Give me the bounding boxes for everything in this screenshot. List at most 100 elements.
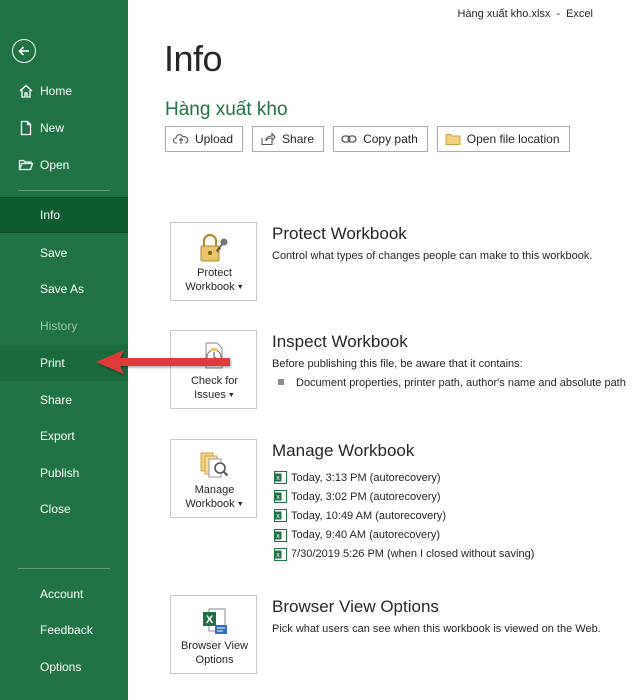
window-title: Hàng xuất kho.xlsx - Excel [457,8,593,20]
svg-text:x: x [276,475,280,482]
upload-button[interactable]: Upload [165,126,244,152]
browser-view-options-label: Browser View Options [171,639,258,667]
lock-key-icon [200,233,228,262]
sidebar-item-label: Print [40,356,65,370]
sidebar-item-label: Open [40,158,70,172]
sidebar-item-label: Account [40,587,84,601]
sidebar-item-new[interactable]: New [0,110,128,146]
sidebar-item-label: Save [40,246,68,260]
excel-file-icon: x [274,490,287,504]
excel-file-icon: x [274,471,287,485]
browser-view-description: Pick what users can see when this workbo… [272,623,601,635]
browser-label-line2: Options [195,654,234,666]
manage-workbook-title: Manage Workbook [272,441,415,460]
svg-text:x: x [276,513,280,520]
sidebar-item-label: Home [40,84,73,98]
sidebar-item-account[interactable]: Account [0,576,128,612]
sidebar-item-export[interactable]: Export [0,418,128,454]
folder-icon [445,134,461,145]
sidebar-item-feedback[interactable]: Feedback [0,612,128,648]
share-icon [261,132,276,146]
sidebar-divider [18,568,110,569]
bullet-square-icon [278,379,284,385]
protect-workbook-section: Protect Workbook ▼ Protect Workbook Contr… [170,222,630,302]
svg-text:x: x [276,494,280,501]
browser-view-title: Browser View Options [272,597,439,616]
dropdown-caret-icon: ▼ [236,501,244,508]
protect-workbook-button[interactable]: Protect Workbook ▼ [170,222,257,301]
dropdown-caret-icon: ▼ [236,284,244,291]
protect-label-line1: Protect [197,267,232,279]
check-for-issues-label: Check for Issues ▼ [171,374,258,403]
version-label: Today, 10:49 AM (autorecovery) [291,509,447,522]
sidebar-item-label: New [40,121,65,135]
sidebar-item-close[interactable]: Close [0,491,128,527]
title-separator: - [556,8,561,20]
copy-path-label: Copy path [363,132,418,146]
copy-path-button[interactable]: Copy path [333,126,428,152]
browser-view-section: X Browser View Options Browser View Opti… [170,595,630,675]
inspect-bullet-item: Document properties, printer path, autho… [278,377,626,389]
manage-label-line1: Manage [194,484,235,496]
sidebar-item-label: Publish [40,466,80,480]
upload-label: Upload [195,132,234,146]
version-label: Today, 3:13 PM (autorecovery) [291,471,441,484]
manage-label-line2: Workbook [185,498,235,510]
browser-label-line1: Browser View [180,640,249,652]
version-item[interactable]: x Today, 9:40 AM (autorecovery) [274,526,534,545]
new-document-icon [20,120,32,136]
version-item[interactable]: x Today, 3:02 PM (autorecovery) [274,487,534,506]
window-file-name: Hàng xuất kho.xlsx [457,8,551,20]
protect-workbook-description: Control what types of changes people can… [272,250,593,262]
sidebar-item-history: History [0,308,128,344]
sidebar-item-home[interactable]: Home [0,73,128,109]
sidebar-item-label: Info [40,208,61,222]
sidebar-item-label: History [40,319,78,333]
version-label: Today, 9:40 AM (autorecovery) [291,529,440,542]
version-label: Today, 3:02 PM (autorecovery) [291,490,441,503]
version-item[interactable]: x 7/30/2019 5:26 PM (when I closed witho… [274,545,534,564]
sidebar-item-open[interactable]: Open [0,147,128,183]
inspect-workbook-section: Check for Issues ▼ Inspect Workbook Befor… [170,330,630,410]
share-button[interactable]: Share [252,126,325,152]
inspect-label-line2: Issues [194,389,226,401]
inspect-bullet-text: Document properties, printer path, autho… [296,377,626,389]
protect-workbook-label: Protect Workbook ▼ [171,266,258,295]
version-list: x Today, 3:13 PM (autorecovery) x Today,… [274,468,534,564]
sidebar-item-label: Share [40,393,73,407]
version-item[interactable]: x Today, 3:13 PM (autorecovery) [274,468,534,487]
svg-text:x: x [276,552,280,559]
sidebar-item-label: Export [40,429,75,443]
document-name: Hàng xuất kho [165,99,288,120]
sidebar-item-info[interactable]: Info [0,197,128,233]
sidebar-item-save[interactable]: Save [0,235,128,271]
browser-view-options-button[interactable]: X Browser View Options [170,595,257,674]
sidebar-item-share[interactable]: Share [0,382,128,418]
sidebar-item-save-as[interactable]: Save As [0,271,128,307]
back-button[interactable] [12,39,36,63]
open-file-location-button[interactable]: Open file location [436,126,570,152]
info-toolbar: Upload Share Copy path Open file locatio… [165,126,579,152]
sidebar-item-options[interactable]: Options [0,649,128,685]
excel-file-icon: x [274,509,287,523]
sidebar-item-label: Close [40,502,71,516]
excel-file-icon: x [274,528,287,542]
share-label: Share [282,132,315,146]
back-arrow-icon [18,46,29,56]
manage-workbook-button[interactable]: Manage Workbook ▼ [170,439,257,518]
version-label: 7/30/2019 5:26 PM (when I closed without… [291,548,535,561]
excel-browser-icon: X [203,608,227,634]
dropdown-caret-icon: ▼ [227,392,235,399]
inspect-workbook-description: Before publishing this file, be aware th… [272,358,523,370]
version-item[interactable]: x Today, 10:49 AM (autorecovery) [274,506,534,525]
window-app-name: Excel [566,8,593,20]
sidebar-item-label: Save As [40,282,85,296]
protect-label-line2: Workbook [185,281,235,293]
sidebar-divider [18,190,110,191]
home-icon [19,84,33,98]
svg-text:X: X [206,614,214,626]
svg-text:x: x [276,533,280,540]
sidebar-item-publish[interactable]: Publish [0,455,128,491]
page-title: Info [164,38,223,79]
open-file-location-label: Open file location [466,132,560,146]
